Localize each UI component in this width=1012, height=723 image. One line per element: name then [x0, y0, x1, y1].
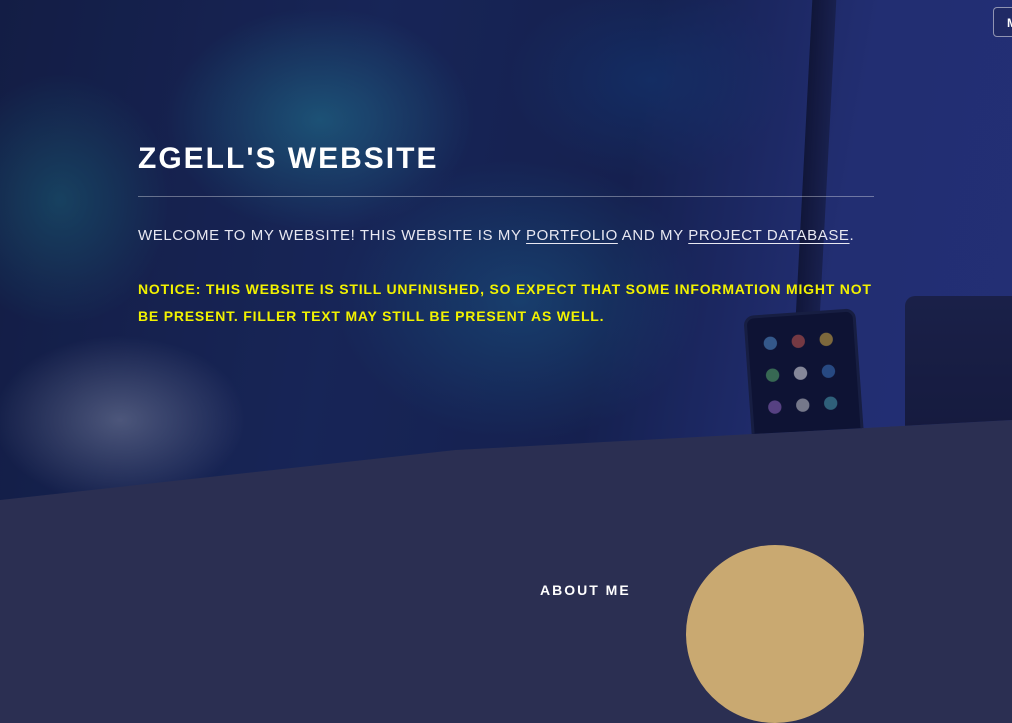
- avatar: [686, 545, 864, 723]
- intro-text: WELCOME TO MY WEBSITE! THIS WEBSITE IS M…: [138, 225, 874, 247]
- portfolio-link[interactable]: PORTFOLIO: [526, 227, 618, 244]
- intro-suffix: .: [849, 227, 855, 244]
- cup-image-decoration: [905, 296, 1012, 446]
- menu-button[interactable]: M: [993, 7, 1012, 37]
- project-database-link[interactable]: PROJECT DATABASE: [688, 227, 849, 244]
- site-title: ZGELL'S WEBSITE: [138, 142, 439, 175]
- hero-content: ZGELL'S WEBSITE WELCOME TO MY WEBSITE! T…: [138, 140, 874, 330]
- title-divider: [138, 196, 874, 197]
- notice-text: NOTICE: THIS WEBSITE IS STILL UNFINISHED…: [138, 281, 872, 324]
- intro-middle: AND MY: [617, 227, 689, 244]
- intro-prefix: WELCOME TO MY WEBSITE! THIS WEBSITE IS M…: [138, 227, 527, 244]
- about-heading: ABOUT ME: [540, 582, 631, 598]
